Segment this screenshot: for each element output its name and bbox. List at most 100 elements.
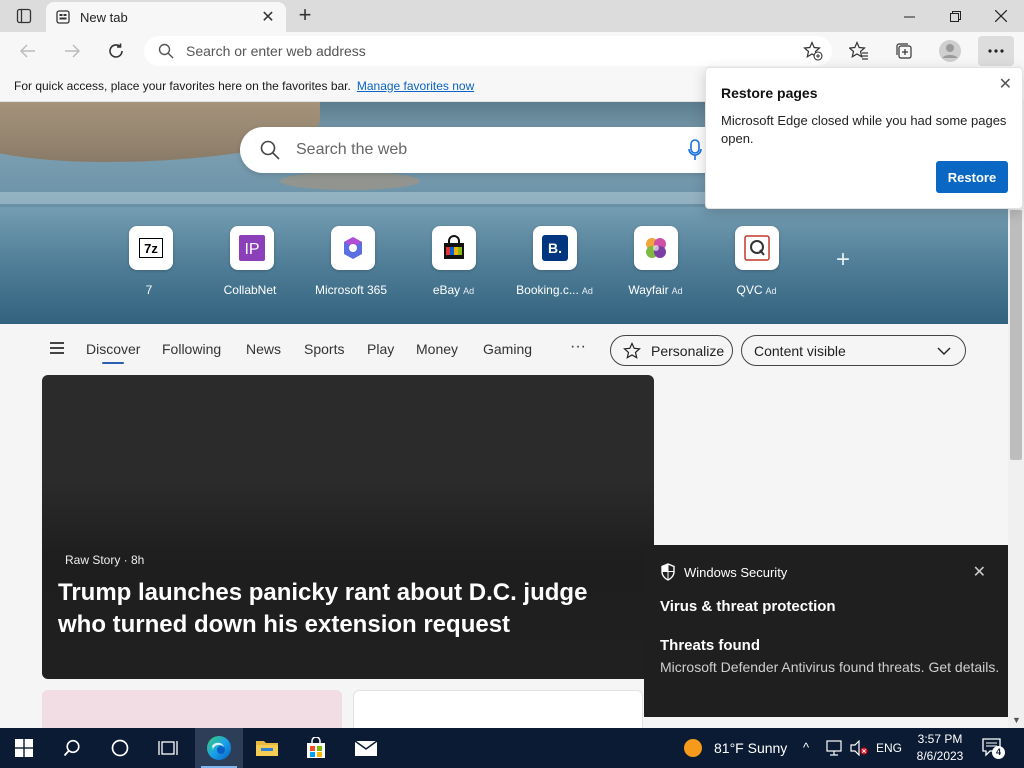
clock-date: 8/6/2023: [916, 749, 964, 763]
notification-count-badge: 4: [992, 746, 1005, 759]
notification-subheading: Threats found: [660, 637, 760, 654]
settings-more-button[interactable]: [978, 36, 1014, 66]
article-card[interactable]: [42, 690, 342, 730]
start-button[interactable]: [0, 728, 48, 768]
tab-discover[interactable]: Discover: [86, 341, 140, 364]
tab-new-tab[interactable]: New tab ✕: [46, 2, 286, 32]
tab-sports[interactable]: Sports: [304, 341, 344, 357]
tab-close-icon[interactable]: ✕: [260, 7, 276, 27]
add-quick-link-icon[interactable]: +: [836, 246, 850, 274]
search-icon: [158, 43, 174, 59]
quick-link-7[interactable]: 7z 7: [100, 226, 201, 297]
avatar-icon: [939, 40, 961, 62]
notification-app-name: Windows Security: [684, 565, 788, 580]
cortana-button[interactable]: [96, 728, 144, 768]
content-visibility-dropdown[interactable]: Content visible: [741, 335, 966, 366]
quick-link-wayfair[interactable]: Wayfair Ad: [605, 226, 706, 297]
more-tabs-icon[interactable]: ···: [570, 338, 586, 356]
volume-muted-icon[interactable]: [850, 740, 868, 756]
featured-article-card[interactable]: Raw Story · 8h Trump launches panicky ra…: [42, 375, 654, 679]
edge-icon: [207, 736, 231, 760]
close-window-button[interactable]: [978, 0, 1024, 32]
personalize-button[interactable]: Personalize: [610, 335, 733, 366]
more-dots-icon: [988, 49, 1004, 53]
tab-actions-icon[interactable]: [10, 6, 38, 26]
quick-link-collabnet[interactable]: IP CollabNet: [201, 226, 302, 297]
collections-button[interactable]: [889, 38, 919, 64]
microphone-icon[interactable]: [688, 139, 702, 161]
minimize-button[interactable]: [886, 0, 932, 32]
show-hidden-icons-icon[interactable]: ^: [803, 740, 809, 755]
scrollbar-thumb[interactable]: [1010, 210, 1022, 460]
manage-favorites-link[interactable]: Manage favorites now: [357, 79, 474, 93]
network-icon[interactable]: [826, 740, 844, 756]
add-favorite-button[interactable]: [798, 38, 828, 64]
tab-gaming[interactable]: Gaming: [483, 341, 532, 357]
booking-icon: B.: [532, 226, 577, 270]
tab-money[interactable]: Money: [416, 341, 458, 357]
quick-link-qvc[interactable]: QVC Ad: [706, 226, 807, 297]
quick-link-ebay[interactable]: eBay Ad: [403, 226, 504, 297]
restore-pages-popup: Restore pages ✕ Microsoft Edge closed wh…: [705, 67, 1023, 209]
tab-play[interactable]: Play: [367, 341, 394, 357]
profile-button[interactable]: [935, 38, 965, 64]
clock[interactable]: 3:57 PM 8/6/2023: [910, 731, 970, 765]
restore-window-button[interactable]: [932, 0, 978, 32]
feed-navigation: Discover Following News Sports Play Mone…: [0, 324, 1008, 374]
task-view-button[interactable]: [144, 728, 192, 768]
quick-link-microsoft-365[interactable]: Microsoft 365: [302, 226, 403, 297]
taskbar-file-explorer[interactable]: [243, 728, 291, 768]
clock-time: 3:57 PM: [917, 732, 963, 746]
menu-icon[interactable]: [50, 342, 64, 357]
new-tab-button[interactable]: +: [292, 4, 318, 28]
refresh-button[interactable]: [102, 38, 130, 64]
title-bar: New tab ✕ +: [0, 0, 1024, 32]
folder-icon: [256, 741, 278, 756]
web-search-box[interactable]: [240, 127, 770, 173]
article-headline[interactable]: Trump launches panicky rant about D.C. j…: [58, 577, 638, 641]
windows-logo-icon: [15, 739, 33, 757]
qvc-icon: [734, 226, 779, 270]
mail-icon: [354, 740, 378, 756]
address-bar[interactable]: [144, 36, 832, 66]
scroll-down-icon[interactable]: ▼: [1012, 715, 1021, 725]
notification-heading: Virus & threat protection: [660, 598, 836, 615]
address-input[interactable]: [186, 43, 746, 59]
newtab-page-icon: [56, 10, 70, 24]
taskbar-store[interactable]: [292, 728, 340, 768]
input-language[interactable]: ENG: [876, 741, 902, 755]
taskbar-mail[interactable]: [342, 728, 390, 768]
tab-title: New tab: [80, 9, 128, 25]
close-icon[interactable]: ✕: [999, 74, 1012, 94]
back-button[interactable]: [14, 38, 42, 64]
svg-text:7z: 7z: [144, 241, 158, 256]
ebay-bag-icon: [431, 226, 476, 270]
shield-icon: [661, 563, 675, 581]
restore-popup-message: Microsoft Edge closed while you had some…: [721, 113, 1007, 146]
forward-button[interactable]: [58, 38, 86, 64]
refresh-icon: [109, 43, 123, 58]
close-icon[interactable]: ✕: [973, 562, 986, 582]
favorites-button[interactable]: [844, 38, 874, 64]
action-center-button[interactable]: 4: [982, 738, 1005, 761]
back-arrow-icon: [20, 44, 35, 58]
microsoft-365-icon: [330, 226, 375, 270]
quick-links: 7z 7 IP CollabNet Microsoft 365 eBay Ad B…: [100, 226, 807, 297]
personalize-icon: [623, 341, 641, 359]
taskbar-edge[interactable]: [195, 728, 243, 768]
windows-security-notification[interactable]: Windows Security ✕ Virus & threat protec…: [644, 545, 1008, 717]
restore-button[interactable]: Restore: [936, 161, 1008, 193]
tab-following[interactable]: Following: [162, 341, 221, 357]
article-source: Raw Story · 8h: [65, 553, 145, 567]
search-button[interactable]: [48, 728, 96, 768]
web-search-input[interactable]: [296, 141, 676, 159]
favorites-icon: [849, 41, 868, 60]
weather-text[interactable]: 81°F Sunny: [714, 740, 787, 756]
tab-news[interactable]: News: [246, 341, 281, 357]
weather-sun-icon: [684, 739, 702, 757]
store-bag-icon: [307, 737, 325, 758]
address-toolbar: [0, 32, 1024, 70]
article-card[interactable]: [353, 690, 643, 730]
quick-link-booking[interactable]: B. Booking.c... Ad: [504, 226, 605, 297]
search-icon: [260, 140, 280, 160]
